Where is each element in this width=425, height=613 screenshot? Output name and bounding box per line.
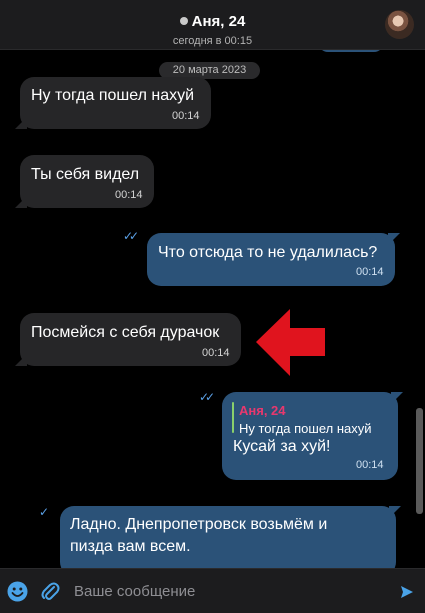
- message-input[interactable]: [74, 569, 384, 613]
- message-incoming[interactable]: Ну тогда пошел нахуй 00:14: [20, 77, 211, 129]
- message-time: 00:14: [172, 110, 200, 122]
- send-icon[interactable]: [400, 585, 414, 599]
- contact-name: Аня, 24: [191, 13, 246, 30]
- message-text: Кусай за хуй!: [233, 438, 331, 455]
- sent-check-icon: ✓: [39, 505, 49, 519]
- message-text: Что отсюда то не удалилась?: [158, 244, 378, 261]
- message-time: 00:14: [115, 189, 143, 201]
- emoji-icon[interactable]: [7, 581, 28, 602]
- message-outgoing[interactable]: Ладно. Днепропетровск возьмём и пизда ва…: [60, 506, 396, 568]
- annotation-arrow: [256, 309, 325, 376]
- message-incoming[interactable]: Ты себя видел 00:14: [20, 155, 154, 208]
- message-time: 00:14: [356, 459, 384, 471]
- message-time: 00:14: [202, 347, 230, 359]
- read-check-icon: ✓✓: [123, 229, 139, 243]
- message-list[interactable]: 20 марта 2023 Ну тогда пошел нахуй 00:14…: [0, 50, 425, 568]
- last-seen: сегодня в 00:15: [172, 35, 253, 47]
- reply-accent-bar: [232, 402, 234, 433]
- message-text: Посмейся с себя дурачок: [31, 324, 220, 341]
- read-check-icon: ✓✓: [199, 390, 215, 404]
- message-text-line: пизда вам всем.: [70, 538, 191, 555]
- message-text: Ты себя видел: [31, 166, 140, 183]
- previous-message-edge: [318, 50, 384, 52]
- message-composer: [0, 568, 425, 613]
- scrollbar[interactable]: [416, 408, 423, 514]
- message-text-line: Ладно. Днепропетровск возьмём и: [70, 516, 328, 533]
- message-outgoing[interactable]: Что отсюда то не удалилась? 00:14: [147, 233, 395, 286]
- reply-quote: Ну тогда пошел нахуй: [239, 421, 372, 436]
- message-text: Ну тогда пошел нахуй: [31, 87, 195, 104]
- online-status-dot: [179, 17, 188, 25]
- chat-header: Аня, 24 сегодня в 00:15: [0, 0, 425, 50]
- attach-icon[interactable]: [40, 581, 60, 603]
- avatar[interactable]: [385, 10, 414, 39]
- message-incoming[interactable]: Посмейся с себя дурачок 00:14: [20, 313, 241, 366]
- contact-title[interactable]: Аня, 24: [0, 13, 425, 30]
- reply-author: Аня, 24: [239, 403, 286, 418]
- message-outgoing[interactable]: Аня, 24 Ну тогда пошел нахуй Кусай за ху…: [222, 392, 398, 480]
- message-time: 00:14: [356, 266, 384, 278]
